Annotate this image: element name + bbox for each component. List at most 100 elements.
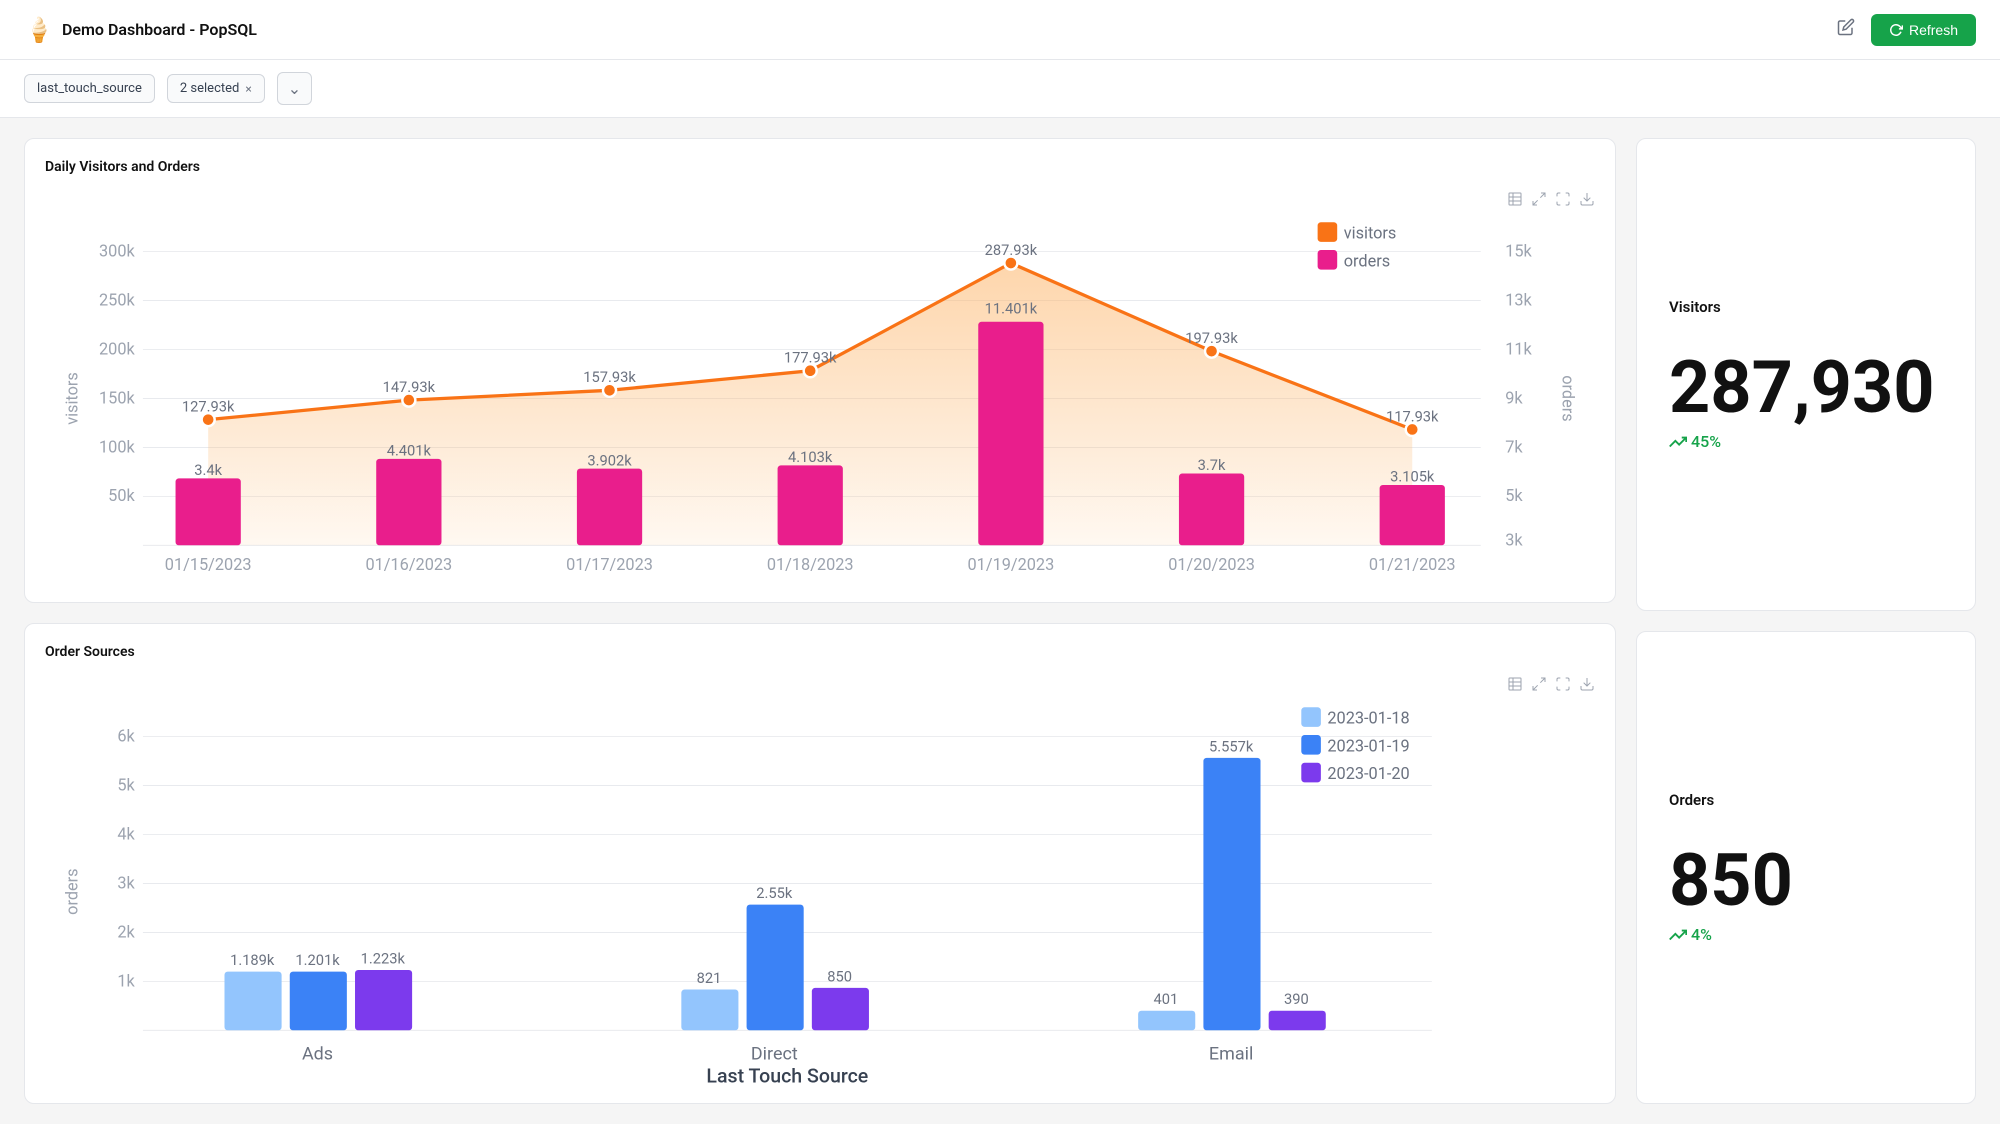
svg-text:100k: 100k [99,437,135,456]
svg-text:3k: 3k [1505,530,1523,549]
svg-text:197.93k: 197.93k [1185,329,1238,347]
visitors-kpi-value: 287,930 [1669,352,1935,424]
svg-text:11.401k: 11.401k [985,300,1038,318]
svg-text:Ads: Ads [302,1044,333,1065]
svg-text:Last Touch Source: Last Touch Source [706,1064,868,1087]
svg-text:1k: 1k [117,971,135,990]
logo-icon: 🍦 [24,16,52,44]
filter-dropdown-btn[interactable]: ⌄ [277,72,312,105]
svg-text:4k: 4k [117,824,135,843]
svg-text:5k: 5k [1505,486,1523,505]
app-title: Demo Dashboard - PopSQL [62,20,257,39]
svg-text:5k: 5k [117,775,135,794]
svg-text:6k: 6k [117,726,135,745]
svg-text:visitors: visitors [1344,224,1397,243]
svg-text:9k: 9k [1505,388,1523,407]
refresh-button[interactable]: Refresh [1871,14,1976,46]
svg-text:401: 401 [1154,990,1179,1008]
filter-value-badge[interactable]: 2 selected × [167,74,265,103]
svg-text:2023-01-19: 2023-01-19 [1327,736,1409,755]
trend-up-icon [1669,433,1687,451]
visitors-kpi-change: 45% [1669,432,1721,451]
filter-selected-count: 2 selected [180,81,239,96]
order-sources-toolbar [45,676,1595,696]
order-sources-title: Order Sources [45,644,1595,660]
svg-text:5.557k: 5.557k [1209,737,1254,755]
orders-kpi-value: 850 [1669,845,1793,917]
svg-text:15k: 15k [1505,242,1532,261]
filter-field-label: last_touch_source [24,74,155,103]
svg-text:250k: 250k [99,290,135,309]
svg-text:287.93k: 287.93k [985,241,1038,259]
daily-visitors-card: Daily Visitors and Orders visitors [24,138,1616,603]
svg-text:3.7k: 3.7k [1198,456,1226,474]
daily-visitors-chart-svg: visitors 300k 250k 200k 150k 100k 50k [45,219,1595,578]
svg-text:3k: 3k [117,873,135,892]
svg-text:4.103k: 4.103k [788,448,833,466]
svg-text:2k: 2k [117,922,135,941]
header-left: 🍦 Demo Dashboard - PopSQL [24,16,257,44]
svg-text:3.105k: 3.105k [1390,468,1435,486]
svg-text:01/21/2023: 01/21/2023 [1369,555,1456,574]
left-column: Daily Visitors and Orders visitors [24,138,1616,1104]
svg-text:01/18/2023: 01/18/2023 [767,555,854,574]
download-icon-2[interactable] [1579,676,1595,696]
svg-text:200k: 200k [99,339,135,358]
svg-text:127.93k: 127.93k [182,398,235,416]
svg-text:1.189k: 1.189k [230,951,275,969]
svg-text:177.93k: 177.93k [784,349,837,367]
svg-text:01/15/2023: 01/15/2023 [165,555,252,574]
svg-text:1.223k: 1.223k [361,949,406,967]
svg-text:1.201k: 1.201k [295,951,340,969]
edit-button[interactable] [1833,14,1859,45]
svg-text:01/19/2023: 01/19/2023 [968,555,1055,574]
filter-bar: last_touch_source 2 selected × ⌄ [0,60,2000,118]
svg-text:orders: orders [1344,251,1390,270]
svg-text:850: 850 [827,967,852,985]
dropdown-chevron-icon: ⌄ [288,79,301,98]
filter-clear-icon[interactable]: × [245,82,251,96]
svg-text:4.401k: 4.401k [387,442,432,460]
main-content: Daily Visitors and Orders visitors [0,118,2000,1124]
svg-text:Direct: Direct [751,1044,798,1065]
svg-text:2023-01-20: 2023-01-20 [1327,764,1409,783]
download-icon[interactable] [1579,191,1595,211]
svg-text:7k: 7k [1505,437,1523,456]
fullscreen-icon[interactable] [1555,191,1571,211]
svg-text:157.93k: 157.93k [583,368,636,386]
order-sources-chart-svg: orders 6k 5k 4k 3k 2k 1k [45,704,1595,1079]
table-icon[interactable] [1507,191,1523,211]
daily-visitors-title: Daily Visitors and Orders [45,159,1595,175]
svg-text:orders: orders [63,868,82,914]
svg-text:117.93k: 117.93k [1386,407,1439,425]
table-icon-2[interactable] [1507,676,1523,696]
svg-text:3.4k: 3.4k [194,461,222,479]
expand-icon[interactable] [1531,191,1547,211]
svg-text:147.93k: 147.93k [383,378,436,396]
svg-text:13k: 13k [1505,290,1532,309]
orders-kpi-change: 4% [1669,925,1712,944]
svg-text:150k: 150k [99,388,135,407]
svg-text:2023-01-18: 2023-01-18 [1327,709,1409,728]
svg-text:2.55k: 2.55k [756,884,793,902]
refresh-label: Refresh [1909,22,1958,38]
order-sources-card: Order Sources orders [24,623,1616,1104]
header-right: Refresh [1833,14,1976,46]
svg-text:visitors: visitors [63,372,82,425]
visitors-kpi-card: Visitors 287,930 45% [1636,138,1976,611]
svg-text:01/20/2023: 01/20/2023 [1168,555,1255,574]
svg-text:50k: 50k [108,486,135,505]
svg-text:Email: Email [1209,1044,1253,1065]
visitors-change-text: 45% [1691,432,1721,451]
expand-icon-2[interactable] [1531,676,1547,696]
svg-text:821: 821 [697,969,722,987]
orders-kpi-title: Orders [1669,791,1714,809]
svg-text:orders: orders [1558,375,1577,421]
svg-text:11k: 11k [1505,339,1532,358]
svg-text:3.902k: 3.902k [587,451,632,469]
orders-change-text: 4% [1691,925,1712,944]
svg-text:390: 390 [1284,990,1309,1008]
visitors-kpi-title: Visitors [1669,298,1721,316]
fullscreen-icon-2[interactable] [1555,676,1571,696]
header: 🍦 Demo Dashboard - PopSQL Refresh [0,0,2000,60]
